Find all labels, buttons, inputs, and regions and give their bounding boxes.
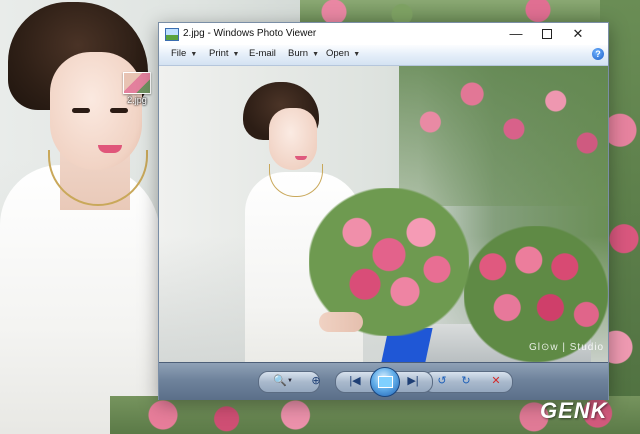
menu-open[interactable]: Open ▼ <box>326 48 360 59</box>
rotate-right-icon[interactable]: ↻ <box>457 373 475 389</box>
slideshow-button[interactable] <box>370 367 400 397</box>
help-icon[interactable]: ? <box>592 48 604 60</box>
wallpaper-eye <box>110 108 128 113</box>
window-title: 2.jpg - Windows Photo Viewer <box>183 28 317 39</box>
photo-display[interactable]: Gl⊙w | Studio <box>159 66 608 362</box>
chevron-down-icon: ▼ <box>353 51 361 58</box>
chevron-down-icon: ▼ <box>312 51 320 58</box>
photo-woman-face <box>269 108 317 170</box>
photo-hand <box>319 312 363 332</box>
chevron-down-icon: ▼ <box>232 51 240 58</box>
wallpaper-eye <box>72 108 90 113</box>
slideshow-icon <box>378 376 393 388</box>
maximize-icon <box>542 28 552 39</box>
command-bar: File ▼ Print ▼ E-mail Burn ▼ Open ▼ ? <box>159 45 608 66</box>
wallpaper-flowers-top <box>300 0 640 24</box>
desktop-file-label: 2.jpg <box>127 95 147 105</box>
chevron-down-icon: ▼ <box>190 51 198 58</box>
desktop-file-icon[interactable]: 2.jpg <box>121 72 153 105</box>
menu-file-label: File <box>171 48 187 59</box>
actual-size-icon[interactable]: ⊕ <box>307 373 325 389</box>
close-button[interactable]: ✕ <box>563 23 593 45</box>
menu-file[interactable]: File ▼ <box>171 48 197 59</box>
delete-icon[interactable]: ✕ <box>487 373 505 389</box>
title-bar[interactable]: 2.jpg - Windows Photo Viewer — ✕ <box>159 23 608 45</box>
menu-burn[interactable]: Burn ▼ <box>288 48 319 59</box>
genk-logo: GENK <box>540 398 608 424</box>
image-thumbnail-icon <box>123 72 151 94</box>
menu-email-label: E-mail <box>249 48 276 59</box>
previous-icon[interactable]: |◀ <box>346 373 364 389</box>
photo-viewer-window: 2.jpg - Windows Photo Viewer — ✕ File ▼ P… <box>158 22 609 400</box>
viewer-toolbar: 🔍 ▼ ⊕ |◀ ▶| ↺ ↻ ✕ <box>159 362 608 400</box>
photo-lotus-buds <box>399 66 608 206</box>
photo-viewer-app-icon <box>165 28 179 41</box>
menu-print-label: Print <box>209 48 229 59</box>
minimize-button[interactable]: — <box>501 23 531 45</box>
genk-logo-text: GENK <box>540 398 608 423</box>
menu-print[interactable]: Print ▼ <box>209 48 239 59</box>
menu-email[interactable]: E-mail <box>249 48 276 59</box>
chevron-down-icon[interactable]: ▼ <box>286 373 294 389</box>
maximize-button[interactable] <box>532 23 562 45</box>
menu-open-label: Open <box>326 48 350 59</box>
next-icon[interactable]: ▶| <box>404 373 422 389</box>
photo-watermark: Gl⊙w | Studio <box>529 342 605 353</box>
menu-burn-label: Burn <box>288 48 309 59</box>
rotate-left-icon[interactable]: ↺ <box>433 373 451 389</box>
